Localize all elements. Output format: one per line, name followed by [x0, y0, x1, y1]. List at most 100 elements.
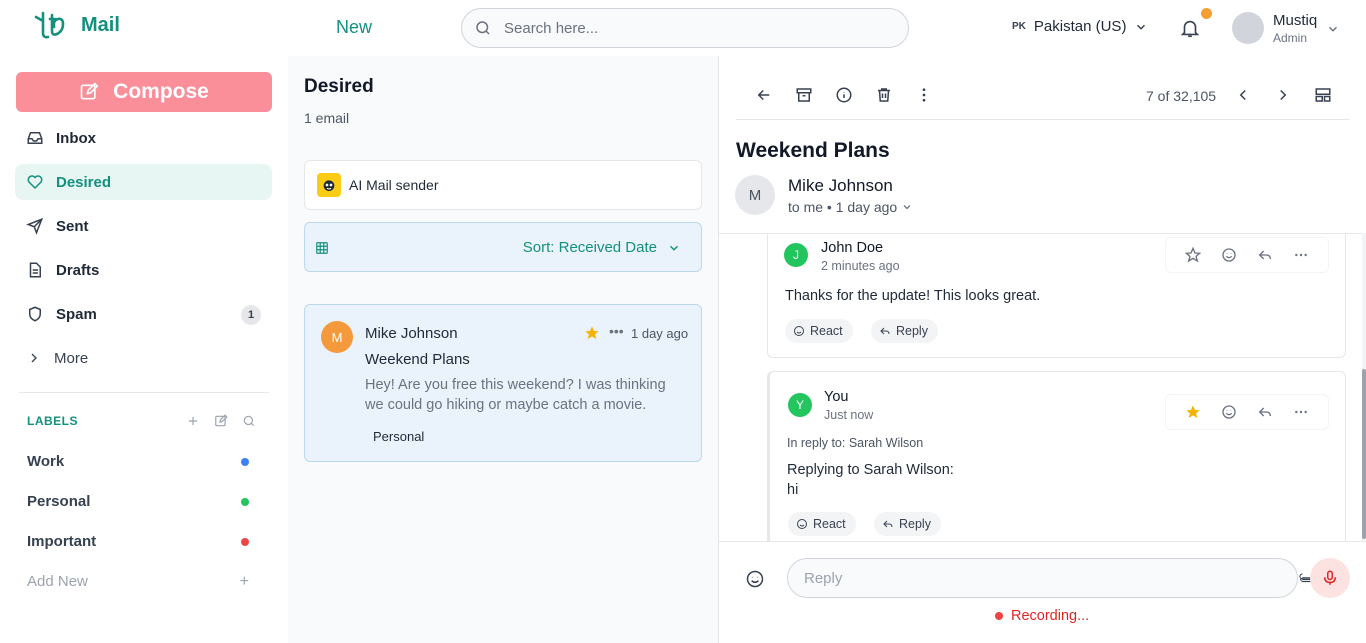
- smile-icon[interactable]: [1221, 404, 1237, 420]
- country-flag: PK: [1012, 21, 1026, 32]
- reply-label: Reply: [899, 517, 931, 531]
- layout-icon[interactable]: [1314, 86, 1332, 104]
- message-sender: You: [824, 389, 849, 405]
- add-new-label[interactable]: Add New +: [27, 573, 253, 590]
- sidebar-item-inbox[interactable]: Inbox: [15, 120, 272, 156]
- label-name: Important: [27, 533, 97, 550]
- email-time: 1 day ago: [631, 326, 689, 341]
- sidebar: Compose Inbox Desired Sent Drafts Spam 1…: [0, 56, 288, 643]
- reply-icon[interactable]: [1257, 404, 1273, 420]
- chevron-down-icon: [1137, 24, 1146, 30]
- label-name: Personal: [27, 493, 91, 510]
- chevron-down-icon[interactable]: [1326, 22, 1340, 36]
- sender-filter[interactable]: AI Mail sender: [304, 160, 702, 210]
- more-horizontal-icon[interactable]: [1293, 247, 1309, 263]
- label-color-dot: [241, 458, 249, 466]
- sidebar-item-drafts[interactable]: Drafts: [15, 252, 272, 288]
- message-time: Just now: [824, 408, 874, 422]
- reply-field[interactable]: [787, 558, 1349, 598]
- table-view-icon[interactable]: [315, 241, 329, 255]
- label-item-work[interactable]: Work: [27, 453, 253, 470]
- react-button[interactable]: React: [788, 512, 856, 536]
- email-reader-pane: 7 of 32,105 Weekend Plans M Mike Johnson…: [719, 56, 1366, 643]
- search-input[interactable]: [504, 19, 884, 37]
- ai-sender-icon: [317, 173, 341, 197]
- reply-label: Reply: [896, 324, 928, 338]
- smile-icon: [794, 326, 804, 336]
- recording-status: Recording...: [995, 608, 1089, 624]
- reply-composer: Recording...: [719, 541, 1366, 643]
- chevron-right-icon[interactable]: [1274, 86, 1292, 104]
- sidebar-item-label: Spam: [56, 305, 97, 323]
- info-icon[interactable]: [835, 86, 853, 104]
- edit-icon: [80, 82, 99, 100]
- sidebar-item-desired[interactable]: Desired: [15, 164, 272, 200]
- user-avatar[interactable]: [1232, 12, 1264, 44]
- user-name[interactable]: Mustiq: [1273, 12, 1317, 29]
- email-list-item[interactable]: M Mike Johnson ••• 1 day ago Weekend Pla…: [304, 304, 702, 462]
- recipient-details[interactable]: to me • 1 day ago: [788, 199, 913, 215]
- sort-bar[interactable]: Sort: Received Date: [304, 222, 702, 272]
- sidebar-item-more[interactable]: More: [15, 340, 272, 376]
- sidebar-item-spam[interactable]: Spam 1: [15, 296, 272, 332]
- message-time: 2 minutes ago: [821, 259, 900, 273]
- reply-icon[interactable]: [1257, 247, 1273, 263]
- folder-title: Desired: [304, 76, 374, 97]
- user-role: Admin: [1273, 31, 1308, 45]
- more-vertical-icon[interactable]: [915, 86, 933, 104]
- more-horizontal-icon[interactable]: [1293, 404, 1309, 420]
- thread-scrollbar-thumb[interactable]: [1362, 369, 1366, 539]
- message-thread: J John Doe 2 minutes ago Thanks for the …: [719, 233, 1366, 541]
- compose-button[interactable]: Compose: [16, 72, 272, 112]
- recording-text: Recording...: [1011, 608, 1090, 624]
- logo-icon: [34, 11, 65, 39]
- search-labels-icon[interactable]: [242, 414, 256, 428]
- bell-icon: [1180, 20, 1200, 38]
- add-new-text: Add New: [27, 573, 88, 590]
- app-logo[interactable]: Mail: [33, 9, 120, 41]
- sidebar-item-sent[interactable]: Sent: [15, 208, 272, 244]
- country-selector[interactable]: PK Pakistan (US): [1012, 18, 1148, 35]
- chevron-down-icon: [669, 245, 679, 251]
- reply-input[interactable]: [804, 569, 1214, 587]
- microphone-button[interactable]: [1310, 558, 1350, 598]
- star-filled-icon[interactable]: [1185, 404, 1201, 420]
- back-arrow-icon[interactable]: [755, 86, 773, 104]
- notifications-button[interactable]: [1179, 17, 1201, 39]
- recording-dot: [995, 612, 1003, 620]
- trash-icon[interactable]: [875, 86, 893, 104]
- smile-icon[interactable]: [1221, 247, 1237, 263]
- search-bar[interactable]: [461, 8, 909, 48]
- spam-count-badge: 1: [241, 305, 261, 325]
- emoji-icon[interactable]: [745, 569, 765, 589]
- reply-button[interactable]: Reply: [874, 512, 941, 536]
- email-preview: Hey! Are you free this weekend? I was th…: [365, 377, 666, 413]
- star-outline-icon[interactable]: [1185, 247, 1201, 263]
- sidebar-item-label: More: [54, 349, 89, 367]
- label-item-personal[interactable]: Personal: [27, 493, 253, 510]
- message-sender: John Doe: [821, 240, 884, 256]
- new-link[interactable]: New: [336, 17, 372, 38]
- email-sender: Mike Johnson: [365, 325, 458, 342]
- message-body: Thanks for the update! This looks great.: [785, 288, 1041, 304]
- compose-label: Compose: [113, 80, 209, 103]
- sort-dropdown[interactable]: Sort: Received Date: [523, 239, 681, 256]
- email-tag[interactable]: Personal: [365, 425, 433, 447]
- chevron-left-icon[interactable]: [1234, 86, 1252, 104]
- star-icon[interactable]: [584, 325, 600, 341]
- add-label-icon[interactable]: [186, 414, 200, 428]
- sidebar-divider: [19, 392, 269, 393]
- edit-labels-icon[interactable]: [214, 414, 228, 428]
- message-body-line: hi: [787, 482, 799, 498]
- sort-label: Sort: Received Date: [522, 239, 657, 256]
- more-options-icon[interactable]: •••: [609, 323, 624, 339]
- country-label: Pakistan (US): [1033, 18, 1127, 35]
- reply-button[interactable]: Reply: [871, 319, 938, 343]
- message-avatar: J: [784, 243, 808, 267]
- sidebar-item-label: Sent: [56, 217, 89, 235]
- document-icon: [29, 262, 41, 278]
- archive-icon[interactable]: [795, 86, 813, 104]
- top-bar: Mail New PK Pakistan (US) Mustiq Admin: [0, 0, 1366, 56]
- react-button[interactable]: React: [785, 319, 853, 343]
- label-item-important[interactable]: Important: [27, 533, 253, 550]
